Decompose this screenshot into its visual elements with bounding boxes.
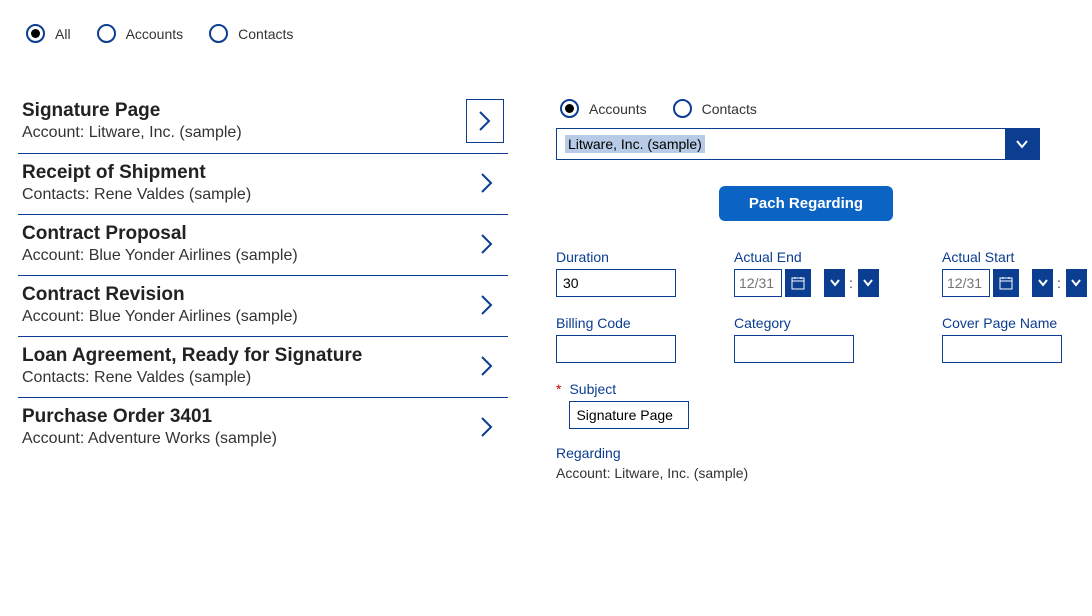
field-category: Category xyxy=(734,315,914,363)
subject-input[interactable] xyxy=(569,401,689,429)
chevron-down-icon[interactable] xyxy=(1005,129,1039,159)
list-item-sub: Account: Adventure Works (sample) xyxy=(22,430,277,448)
combobox-value: Litware, Inc. (sample) xyxy=(557,129,1005,159)
required-indicator: * xyxy=(556,381,561,397)
field-label: Actual Start xyxy=(942,249,1092,265)
actual-start-date-input[interactable] xyxy=(942,269,990,297)
radio-icon xyxy=(97,24,116,43)
billing-code-input[interactable] xyxy=(556,335,676,363)
list-item[interactable]: Contract Proposal Account: Blue Yonder A… xyxy=(18,215,508,276)
record-list: Signature Page Account: Litware, Inc. (s… xyxy=(18,99,508,481)
field-duration: Duration xyxy=(556,249,706,297)
duration-input[interactable] xyxy=(556,269,676,297)
list-item[interactable]: Signature Page Account: Litware, Inc. (s… xyxy=(18,99,508,154)
time-colon: : xyxy=(848,275,854,291)
regarding-value: Account: Litware, Inc. (sample) xyxy=(556,465,1056,481)
radio-label: Contacts xyxy=(702,101,757,117)
field-label: Billing Code xyxy=(556,315,706,331)
field-label: Cover Page Name xyxy=(942,315,1092,331)
list-item-title: Signature Page xyxy=(22,100,242,122)
hour-dropdown[interactable] xyxy=(1031,269,1053,297)
actual-end-date-input[interactable] xyxy=(734,269,782,297)
list-item[interactable]: Purchase Order 3401 Account: Adventure W… xyxy=(18,398,508,458)
field-cover-page: Cover Page Name xyxy=(942,315,1092,363)
radio-label-accounts: Accounts xyxy=(126,26,184,42)
field-label: Duration xyxy=(556,249,706,265)
field-billing-code: Billing Code xyxy=(556,315,706,363)
list-item-title: Purchase Order 3401 xyxy=(22,406,277,428)
field-label: Actual End xyxy=(734,249,914,265)
list-item-title: Contract Revision xyxy=(22,284,298,306)
field-actual-end: Actual End : xyxy=(734,249,914,297)
radio-contacts[interactable]: Contacts xyxy=(209,24,293,43)
list-item-sub: Account: Blue Yonder Airlines (sample) xyxy=(22,308,298,326)
list-item[interactable]: Contract Revision Account: Blue Yonder A… xyxy=(18,276,508,337)
list-item[interactable]: Loan Agreement, Ready for Signature Cont… xyxy=(18,337,508,398)
field-subject: Subject xyxy=(569,381,689,429)
list-item-sub: Account: Blue Yonder Airlines (sample) xyxy=(22,247,298,265)
list-item-title: Contract Proposal xyxy=(22,223,298,245)
detail-filter-radios: Accounts Contacts xyxy=(556,99,1056,118)
radio-icon xyxy=(26,24,45,43)
field-label: Regarding xyxy=(556,445,1056,461)
list-item-sub: Contacts: Rene Valdes (sample) xyxy=(22,186,251,204)
list-item-title: Receipt of Shipment xyxy=(22,162,251,184)
radio-icon xyxy=(209,24,228,43)
chevron-right-icon[interactable] xyxy=(470,163,504,203)
radio-label: Accounts xyxy=(589,101,647,117)
chevron-right-icon[interactable] xyxy=(470,285,504,325)
radio-label-all: All xyxy=(55,26,71,42)
radio-label-contacts: Contacts xyxy=(238,26,293,42)
field-label: Category xyxy=(734,315,914,331)
radio-icon xyxy=(673,99,692,118)
top-filter-radios: All Accounts Contacts xyxy=(18,24,1074,43)
time-colon: : xyxy=(1056,275,1062,291)
field-regarding: Regarding Account: Litware, Inc. (sample… xyxy=(556,445,1056,481)
radio-detail-contacts[interactable]: Contacts xyxy=(673,99,757,118)
entity-combobox[interactable]: Litware, Inc. (sample) xyxy=(556,128,1040,160)
radio-accounts[interactable]: Accounts xyxy=(97,24,184,43)
pach-regarding-button[interactable]: Pach Regarding xyxy=(719,186,893,221)
calendar-icon[interactable] xyxy=(993,269,1019,297)
minute-dropdown[interactable] xyxy=(1065,269,1087,297)
minute-dropdown[interactable] xyxy=(857,269,879,297)
list-item-title: Loan Agreement, Ready for Signature xyxy=(22,345,362,367)
category-input[interactable] xyxy=(734,335,854,363)
chevron-right-icon[interactable] xyxy=(470,224,504,264)
radio-all[interactable]: All xyxy=(26,24,71,43)
list-item[interactable]: Receipt of Shipment Contacts: Rene Valde… xyxy=(18,154,508,215)
detail-panel: Accounts Contacts Litware, Inc. (sample)… xyxy=(556,99,1056,481)
chevron-right-icon[interactable] xyxy=(470,407,504,447)
chevron-right-icon[interactable] xyxy=(466,99,504,143)
cover-page-input[interactable] xyxy=(942,335,1062,363)
list-item-sub: Account: Litware, Inc. (sample) xyxy=(22,124,242,142)
chevron-right-icon[interactable] xyxy=(470,346,504,386)
radio-detail-accounts[interactable]: Accounts xyxy=(560,99,647,118)
field-label: Subject xyxy=(569,381,689,397)
field-actual-start: Actual Start : xyxy=(942,249,1092,297)
list-item-sub: Contacts: Rene Valdes (sample) xyxy=(22,369,362,387)
radio-icon xyxy=(560,99,579,118)
calendar-icon[interactable] xyxy=(785,269,811,297)
hour-dropdown[interactable] xyxy=(823,269,845,297)
